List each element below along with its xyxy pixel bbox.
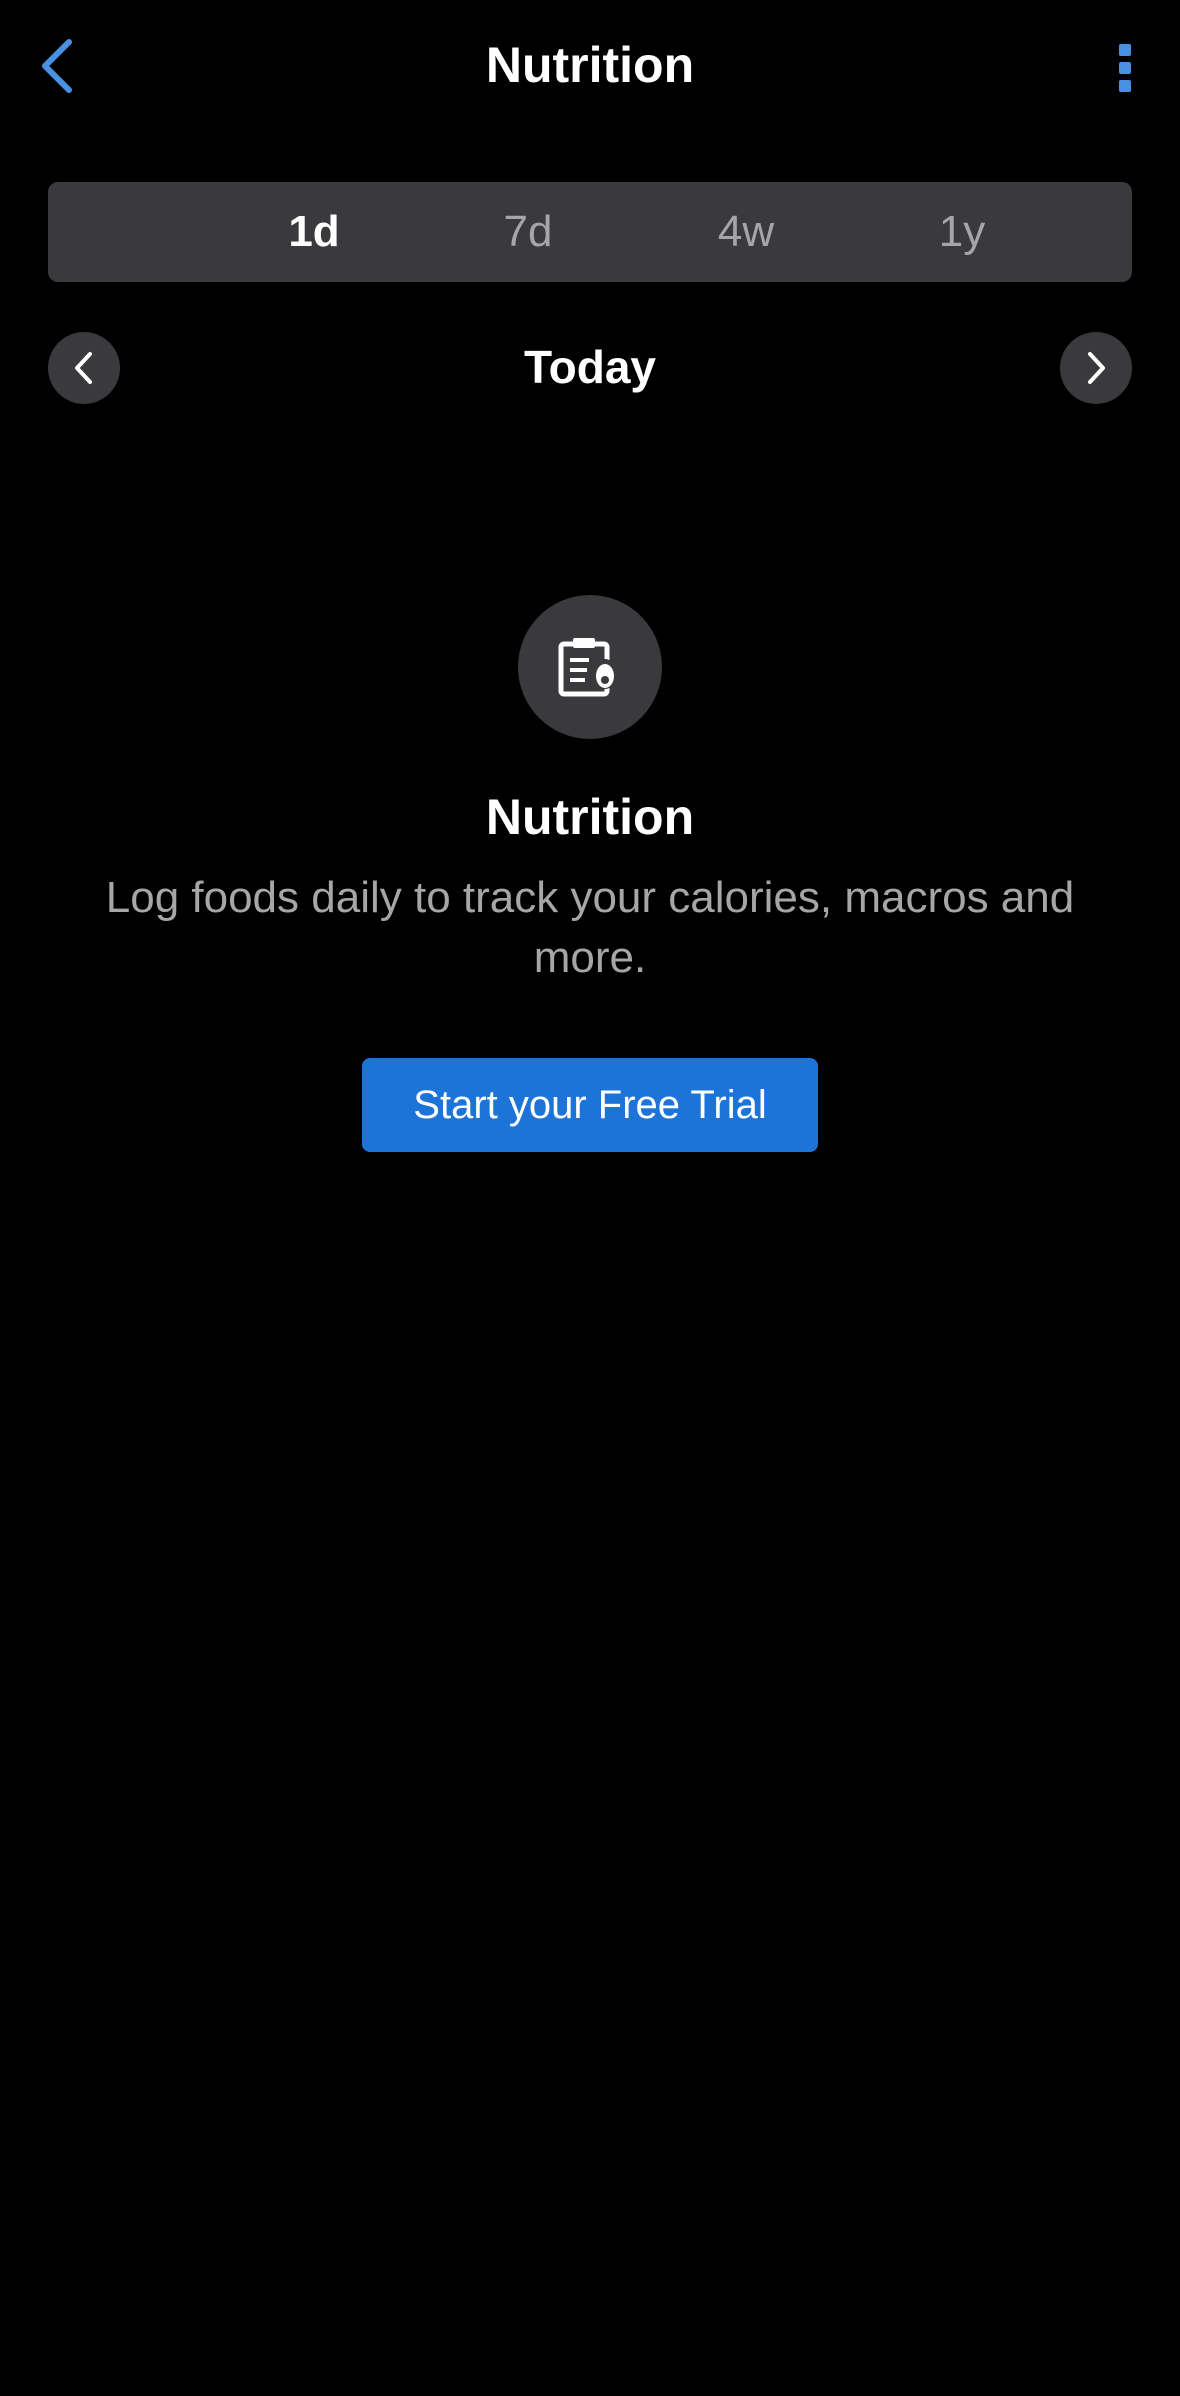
page-title: Nutrition: [485, 37, 695, 93]
clipboard-nutrition-icon: [558, 638, 617, 697]
empty-state-description: Log foods daily to track your calories, …: [105, 873, 1075, 982]
next-date-button[interactable]: [1060, 332, 1132, 404]
empty-state-icon-circle: [518, 595, 662, 739]
range-tab-1d[interactable]: 1d: [254, 182, 374, 282]
start-free-trial-button[interactable]: Start your Free Trial: [362, 1058, 818, 1152]
chevron-right-icon: [1088, 352, 1105, 384]
range-tab-4w[interactable]: 4w: [686, 182, 806, 282]
range-tab-7d[interactable]: 7d: [468, 182, 588, 282]
date-navigator: Today: [48, 332, 1132, 404]
date-label: Today: [523, 341, 657, 393]
range-segmented-control: 1d 7d 4w 1y: [48, 182, 1132, 282]
nav-header: Nutrition: [0, 0, 1180, 134]
range-tab-1y[interactable]: 1y: [902, 182, 1022, 282]
nutrition-screen: Nutrition 1d 7d 4w 1y Today Nutrition Lo…: [0, 0, 1180, 2396]
empty-state-title: Nutrition: [485, 789, 695, 845]
vertical-dots-icon: [1119, 44, 1131, 92]
more-options-button[interactable]: [1098, 34, 1152, 102]
